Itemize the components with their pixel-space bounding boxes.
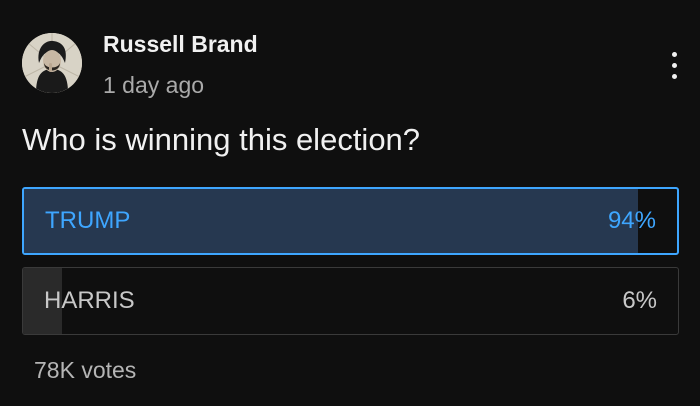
more-vertical-icon [671, 51, 677, 57]
poll-option-percent: 94% [607, 207, 656, 234]
poll-question: Who is winning this election? [22, 122, 421, 157]
poll-option-trump[interactable]: TRUMP 94% [22, 187, 679, 255]
post-timestamp[interactable]: 1 day ago [103, 72, 204, 99]
author-name[interactable]: Russell Brand [103, 31, 258, 58]
poll-option-harris[interactable]: HARRIS 6% [22, 267, 679, 335]
poll-option-label: TRUMP [45, 207, 131, 234]
poll-option-percent: 6% [622, 287, 657, 314]
more-vertical-icon [671, 73, 677, 79]
vote-count: 78K votes [34, 357, 137, 383]
more-options-button[interactable] [662, 45, 686, 85]
poll-option-label: HARRIS [44, 287, 135, 314]
author-avatar[interactable] [22, 33, 82, 93]
more-vertical-icon [671, 62, 677, 68]
